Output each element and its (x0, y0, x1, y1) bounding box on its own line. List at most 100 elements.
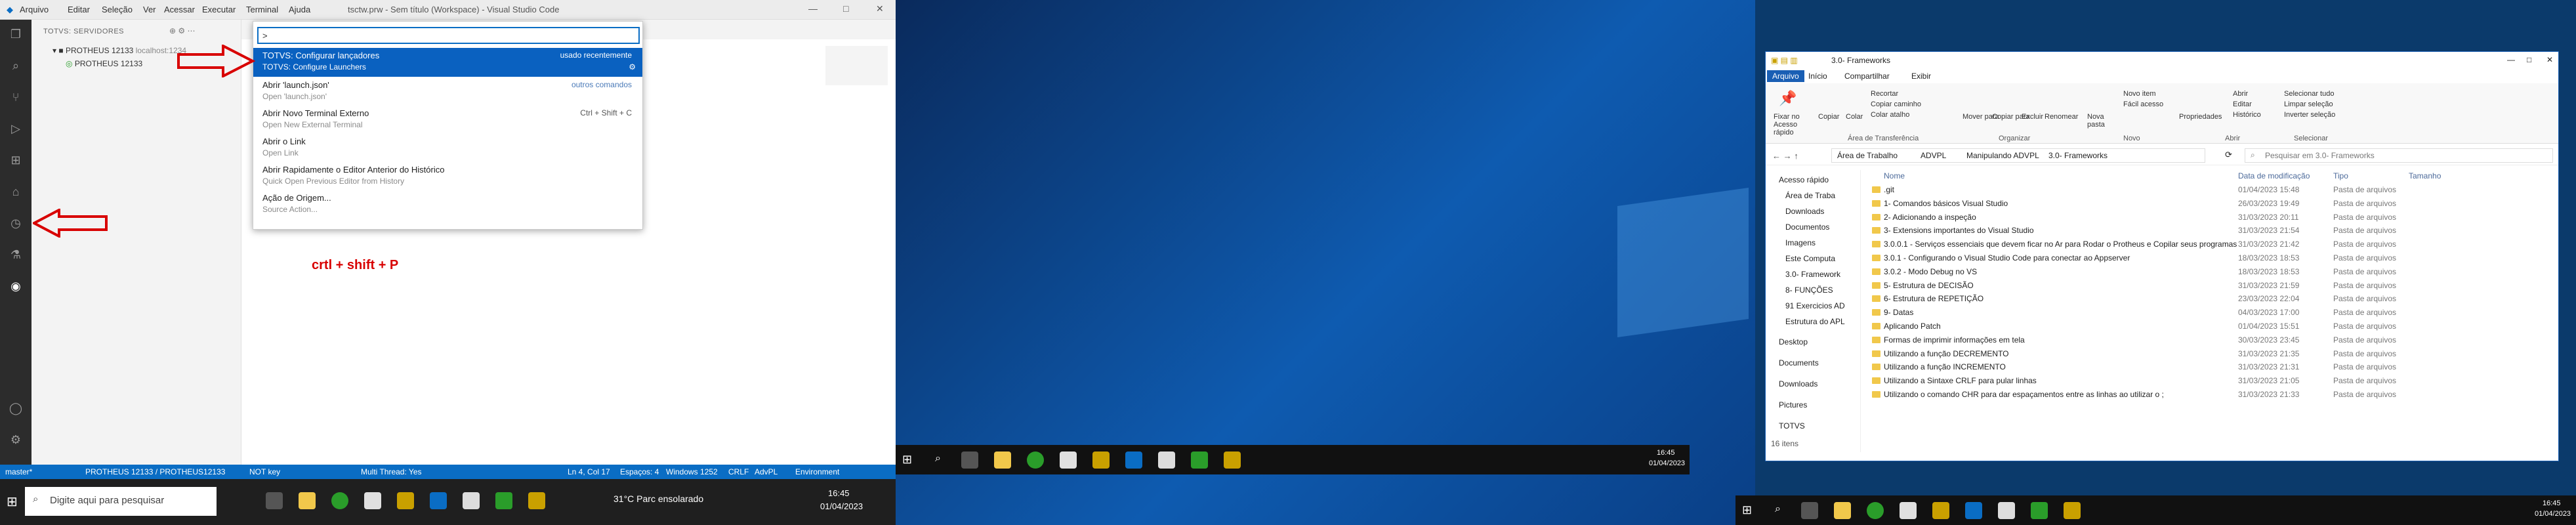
palette-item[interactable]: Abrir 'launch.json' Open 'launch.json' o… (253, 77, 642, 106)
server-child-item[interactable]: ◎ PROTHEUS 12133 (66, 59, 142, 68)
ribbon-copy-path[interactable]: Copiar caminho (1871, 100, 1921, 108)
vscode-taskbar-icon[interactable] (1125, 452, 1142, 469)
testing-icon[interactable]: ⚗ (8, 247, 24, 262)
nav-item[interactable]: 3.0- Framework (1785, 270, 1840, 279)
nav-item[interactable]: Documents (1779, 358, 1819, 368)
status-spaces[interactable]: Espaços: 4 (620, 467, 659, 476)
maximize-icon[interactable]: □ (843, 3, 848, 14)
chrome-icon[interactable] (1867, 502, 1884, 519)
task-view-icon[interactable] (961, 452, 978, 469)
ribbon-paste-shortcut[interactable]: Colar atalho (1871, 111, 1909, 119)
account-icon[interactable]: ◯ (8, 400, 24, 416)
breadcrumb-item[interactable]: 3.0- Frameworks (2048, 151, 2108, 160)
search-icon[interactable]: ⌕ (935, 453, 941, 465)
file-explorer-icon[interactable] (994, 452, 1011, 469)
app-icon[interactable] (1932, 502, 1949, 519)
status-position[interactable]: Ln 4, Col 17 (568, 467, 610, 476)
app-icon[interactable] (1998, 502, 2015, 519)
table-row[interactable]: Utilizando a função INCREMENTO 31/03/2023… (1871, 362, 2558, 373)
ribbon-selectall[interactable]: Selecionar tudo (2284, 90, 2334, 98)
ribbon-delete[interactable]: Excluir (2022, 113, 2043, 121)
explorer-icon[interactable]: ❐ (8, 26, 24, 42)
windows-start-icon[interactable]: ⊞ (7, 494, 18, 510)
windows-start-icon[interactable]: ⊞ (902, 453, 912, 467)
app-icon[interactable] (364, 492, 381, 509)
close-icon[interactable]: ✕ (876, 3, 884, 14)
palette-item[interactable]: Abrir Novo Terminal Externo Open New Ext… (253, 106, 642, 135)
ribbon-pin[interactable]: Fixar no Acesso rápido (1774, 113, 1813, 136)
palette-item[interactable]: Ação de Origem... Source Action... (253, 190, 642, 219)
clock-date[interactable]: 01/04/2023 (2535, 510, 2571, 518)
app-icon[interactable] (1191, 452, 1208, 469)
server-tree-item[interactable]: ▾ ■ PROTHEUS 12133 localhost:1234 (52, 46, 186, 55)
nav-item[interactable]: Downloads (1785, 207, 1824, 216)
status-eol[interactable]: CRLF (728, 467, 749, 476)
app-icon[interactable] (1092, 452, 1110, 469)
clock-time[interactable]: 16:45 (828, 488, 850, 498)
table-row[interactable]: 2- Adicionando a inspeção 31/03/2023 20:1… (1871, 212, 2558, 223)
status-encoding[interactable]: Windows 1252 (666, 467, 718, 476)
maximize-icon[interactable]: □ (2527, 55, 2531, 64)
menu-executar[interactable]: Executar (202, 5, 236, 14)
remote-icon[interactable]: ⌂ (8, 184, 24, 200)
table-row[interactable]: Utilizando a Sintaxe CRLF para pular lin… (1871, 375, 2558, 387)
nav-item[interactable]: Imagens (1785, 238, 1816, 247)
ribbon-open[interactable]: Abrir (2233, 90, 2248, 98)
ribbon-newitem[interactable]: Novo item (2123, 90, 2156, 98)
table-row[interactable]: .git 01/04/2023 15:48 Pasta de arquivos (1871, 184, 2558, 196)
clock-date[interactable]: 01/04/2023 (1649, 459, 1685, 467)
menu-ajuda[interactable]: Ajuda (289, 5, 310, 14)
app-icon[interactable] (1900, 502, 1917, 519)
status-key[interactable]: NOT key (249, 467, 280, 476)
ribbon-easyaccess[interactable]: Fácil acesso (2123, 100, 2163, 108)
ribbon-history[interactable]: Histórico (2233, 111, 2261, 119)
column-header-size[interactable]: Tamanho (2409, 171, 2441, 180)
search-icon[interactable]: ⌕ (8, 58, 24, 74)
status-language[interactable]: AdvPL (755, 467, 778, 476)
tab-arquivo[interactable]: Arquivo (1767, 70, 1804, 82)
ribbon-rename[interactable]: Renomear (2045, 113, 2078, 121)
gear-icon[interactable]: ⚙ (8, 432, 24, 448)
explorer-search[interactable]: ⌕ Pesquisar em 3.0- Frameworks (2245, 148, 2553, 163)
table-row[interactable]: 1- Comandos básicos Visual Studio 26/03/2… (1871, 198, 2558, 209)
taskbar-search[interactable]: ⌕ Digite aqui para pesquisar (25, 487, 217, 516)
nav-item[interactable]: 8- FUNÇÕES (1785, 285, 1833, 295)
table-row[interactable]: 6- Estrutura de REPETIÇÃO 23/03/2023 22:0… (1871, 293, 2558, 304)
task-view-icon[interactable] (266, 492, 283, 509)
status-environment[interactable]: Environment (795, 467, 839, 476)
nav-item[interactable]: Pictures (1779, 400, 1807, 410)
column-header-name[interactable]: Nome (1884, 171, 1905, 180)
ribbon-paste[interactable]: Colar (1846, 113, 1863, 121)
table-row[interactable]: Utilizando o comando CHR para dar espaça… (1871, 389, 2558, 400)
nav-item[interactable]: Acesso rápido (1779, 175, 1829, 184)
table-row[interactable]: 3.0.2 - Modo Debug no VS 18/03/2023 18:53… (1871, 266, 2558, 278)
minimize-icon[interactable]: — (2507, 55, 2515, 64)
tab-compartilhar[interactable]: Compartilhar (1844, 72, 1890, 81)
command-palette-input[interactable] (257, 27, 640, 44)
table-row[interactable]: 5- Estrutura de DECISÃO 31/03/2023 21:59 P… (1871, 280, 2558, 291)
table-row[interactable]: Aplicando Patch 01/04/2023 15:51 Pasta de … (1871, 321, 2558, 332)
app-icon[interactable] (1158, 452, 1175, 469)
ribbon-newfolder[interactable]: Nova pasta (2087, 113, 2113, 129)
chrome-icon[interactable] (1027, 452, 1044, 469)
source-control-icon[interactable]: ⑂ (8, 89, 24, 105)
breadcrumb[interactable]: Área de Trabalho ADVPL Manipulando ADVPL… (1831, 148, 2205, 163)
vscode-logo-icon[interactable]: ◆ (7, 5, 13, 15)
table-row[interactable]: Utilizando a função DECREMENTO 31/03/2023… (1871, 348, 2558, 360)
task-view-icon[interactable] (1801, 502, 1818, 519)
app-icon[interactable] (397, 492, 414, 509)
chrome-icon[interactable] (331, 492, 348, 509)
nav-arrows-icon[interactable]: ← → ↑ (1772, 151, 1798, 161)
clock-date[interactable]: 01/04/2023 (820, 501, 863, 511)
clock-time[interactable]: 16:45 (2543, 499, 2561, 507)
ribbon-properties[interactable]: Propriedades (2179, 113, 2222, 121)
app-icon[interactable] (495, 492, 512, 509)
breadcrumb-item[interactable]: ADVPL (1921, 151, 1946, 160)
vscode-taskbar-icon[interactable] (1965, 502, 1982, 519)
column-header-type[interactable]: Tipo (2333, 171, 2348, 180)
ribbon-edit[interactable]: Editar (2233, 100, 2252, 108)
menu-editar[interactable]: Editar (68, 5, 90, 14)
tab-exibir[interactable]: Exibir (1911, 72, 1931, 81)
run-debug-icon[interactable]: ▷ (8, 121, 24, 136)
table-row[interactable]: 9- Datas 04/03/2023 17:00 Pasta de arquivo… (1871, 307, 2558, 318)
